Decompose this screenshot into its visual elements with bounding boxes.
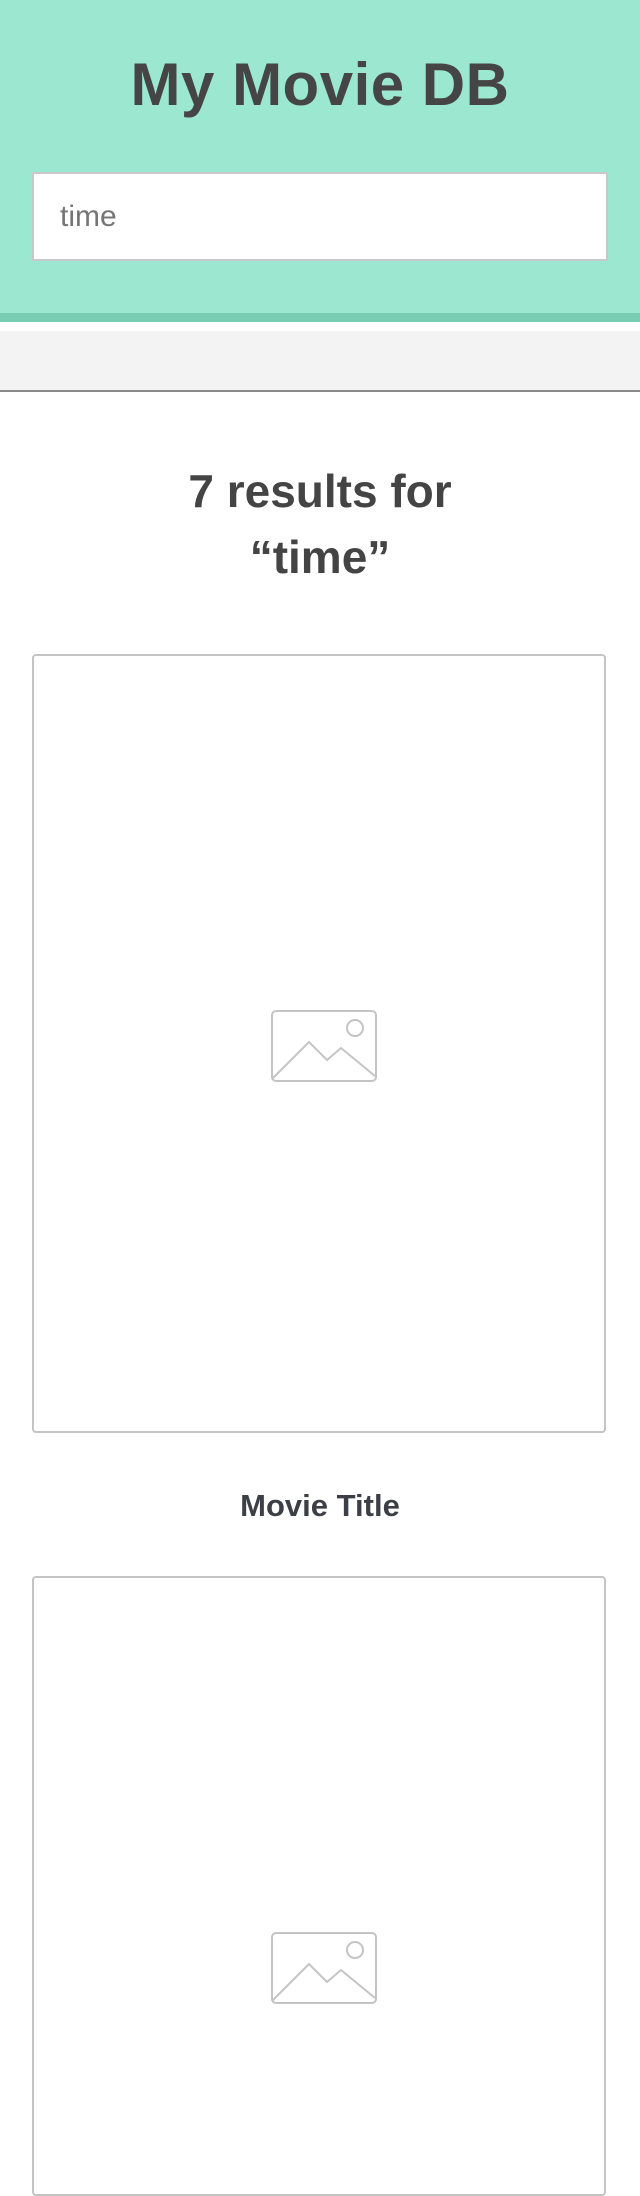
app-header: My Movie DB <box>0 0 640 322</box>
results-count: 7 results for <box>188 465 452 517</box>
app-title: My Movie DB <box>130 51 510 118</box>
movie-card-image[interactable] <box>32 654 606 1433</box>
results-query: “time” <box>249 531 391 583</box>
image-placeholder-icon <box>271 1010 377 1082</box>
movie-title[interactable]: Movie Title <box>0 1488 640 1524</box>
search-input[interactable] <box>60 174 580 259</box>
filter-bar <box>0 331 640 392</box>
search-box[interactable] <box>32 172 608 261</box>
movie-card-image[interactable] <box>32 1576 606 2196</box>
image-placeholder-icon <box>271 1932 377 2004</box>
results-heading: 7 results for “time” <box>0 458 640 590</box>
